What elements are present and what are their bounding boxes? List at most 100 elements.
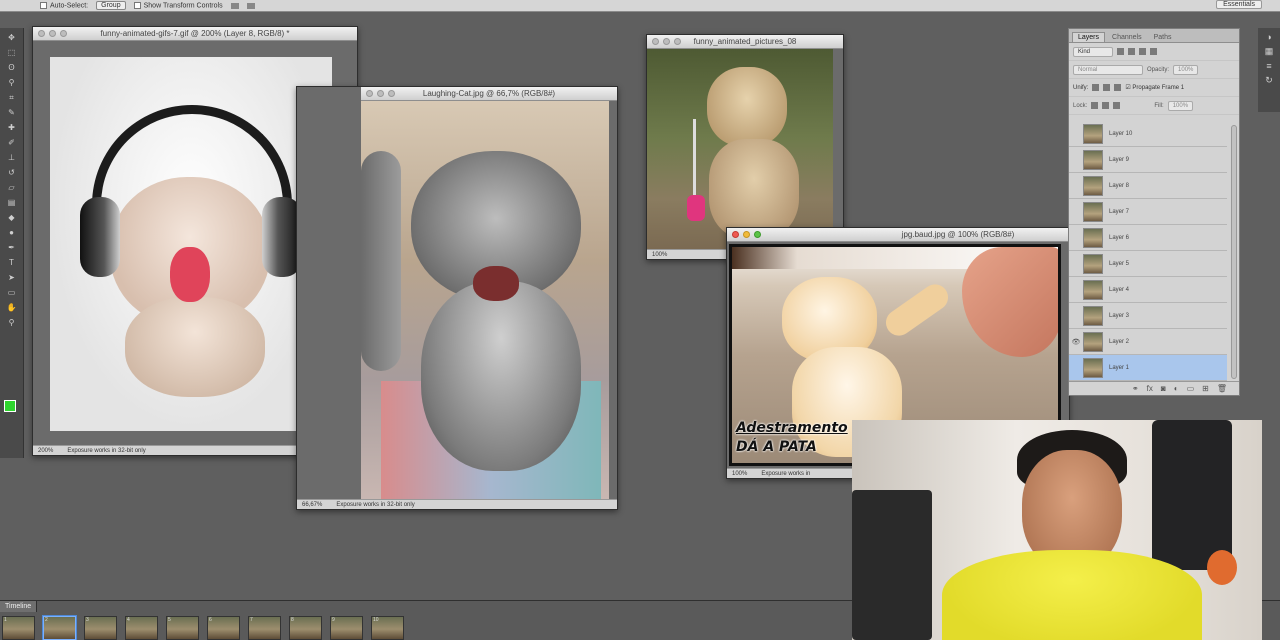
history-panel-icon[interactable]: ↻ (1258, 75, 1280, 86)
layer-row[interactable]: Layer 3 (1069, 303, 1227, 329)
eye-icon[interactable]: 👁 (1069, 338, 1083, 346)
zoom-level[interactable]: 200% (38, 448, 53, 454)
eyedropper-tool-icon[interactable]: ✎ (5, 108, 19, 118)
minimize-icon[interactable] (49, 30, 56, 37)
trash-icon[interactable]: 🗑 (1217, 384, 1227, 393)
fx-icon[interactable]: fx (1147, 384, 1153, 393)
tab-layers[interactable]: Layers (1072, 32, 1106, 42)
timeline-frame[interactable]: 4 (125, 616, 158, 640)
link-icon[interactable]: ⚭ (1132, 384, 1139, 393)
timeline-frame-selected[interactable]: 2 (43, 616, 76, 640)
color-panel-icon[interactable]: ◑ (1258, 32, 1280, 42)
adjustment-icon[interactable]: ◐ (1174, 384, 1179, 393)
propagate-checkbox[interactable]: ☑ Propagate Frame 1 (1125, 84, 1184, 91)
zoom-tool-icon[interactable]: ⚲ (5, 318, 19, 328)
timeline-frame[interactable]: 1 (2, 616, 35, 640)
type-tool-icon[interactable]: T (5, 258, 19, 268)
layer-row[interactable]: 👁 Layer 2 (1069, 329, 1227, 355)
document-titlebar[interactable]: jpg.baud.jpg @ 100% (RGB/8#) (727, 228, 1069, 242)
lasso-tool-icon[interactable]: ʘ (5, 63, 19, 73)
close-icon[interactable] (38, 30, 45, 37)
blur-tool-icon[interactable]: ◆ (5, 213, 19, 223)
document-titlebar[interactable]: funny_animated_pictures_08 (647, 35, 843, 49)
eraser-tool-icon[interactable]: ▱ (5, 183, 19, 193)
adjustment-filter-icon[interactable] (1128, 48, 1135, 55)
minimize-icon[interactable] (743, 231, 750, 238)
shape-tool-icon[interactable]: ▭ (5, 288, 19, 298)
lock-all-icon[interactable] (1113, 102, 1121, 109)
unify-style-icon[interactable] (1114, 84, 1122, 91)
layer-row[interactable]: Layer 8 (1069, 173, 1227, 199)
status-text[interactable]: Exposure works in (761, 471, 810, 477)
zoom-level[interactable]: 100% (732, 471, 747, 477)
hand-tool-icon[interactable]: ✋ (5, 303, 19, 313)
timeline-frame[interactable]: 9 (330, 616, 363, 640)
layer-row[interactable]: Layer 5 (1069, 251, 1227, 277)
timeline-tab[interactable]: Timeline (0, 601, 38, 612)
zoom-icon[interactable] (60, 30, 67, 37)
type-filter-icon[interactable] (1139, 48, 1146, 55)
zoom-icon[interactable] (388, 90, 395, 97)
group-icon[interactable]: ▭ (1187, 384, 1195, 393)
document-window-laughing-cat[interactable]: Laughing-Cat.jpg @ 66,7% (RGB/8#) 66,67%… (296, 86, 618, 510)
close-icon[interactable] (652, 38, 659, 45)
properties-panel-icon[interactable]: ≡ (1258, 61, 1280, 71)
shape-filter-icon[interactable] (1150, 48, 1157, 55)
status-text[interactable]: Exposure works in 32-bit only (67, 448, 145, 454)
tab-paths[interactable]: Paths (1149, 33, 1177, 42)
dodge-tool-icon[interactable]: ● (5, 228, 19, 238)
timeline-frame[interactable]: 6 (207, 616, 240, 640)
layer-row[interactable]: Layer 7 (1069, 199, 1227, 225)
mask-icon[interactable]: ◙ (1161, 384, 1166, 393)
workspace-switcher[interactable]: Essentials (1216, 0, 1262, 9)
show-transform-checkbox[interactable]: Show Transform Controls (133, 1, 223, 9)
document-titlebar[interactable]: funny-animated-gifs-7.gif @ 200% (Layer … (33, 27, 357, 41)
healing-tool-icon[interactable]: ✚ (5, 123, 19, 133)
zoom-level[interactable]: 100% (652, 252, 667, 258)
unify-position-icon[interactable] (1092, 84, 1100, 91)
layer-row[interactable]: Layer 6 (1069, 225, 1227, 251)
layer-row-selected[interactable]: Layer 1 (1069, 355, 1227, 381)
lock-pixels-icon[interactable] (1091, 102, 1099, 109)
kind-filter-dropdown[interactable]: Kind (1073, 46, 1113, 57)
timeline-frame[interactable]: 3 (84, 616, 117, 640)
unify-visibility-icon[interactable] (1103, 84, 1111, 91)
status-text[interactable]: Exposure works in 32-bit only (336, 502, 414, 508)
document-canvas[interactable] (647, 49, 833, 249)
align-icon[interactable] (230, 2, 239, 9)
minimize-icon[interactable] (663, 38, 670, 45)
document-titlebar[interactable]: Laughing-Cat.jpg @ 66,7% (RGB/8#) (361, 87, 617, 101)
timeline-frame[interactable]: 10 (371, 616, 404, 640)
close-icon[interactable] (366, 90, 373, 97)
blend-mode-dropdown[interactable]: Normal (1073, 64, 1143, 75)
quick-select-tool-icon[interactable]: ⚲ (5, 78, 19, 88)
foreground-color-swatch[interactable] (4, 400, 16, 412)
adjustments-panel-icon[interactable]: ▦ (1258, 46, 1280, 57)
document-canvas[interactable] (50, 57, 332, 431)
gradient-tool-icon[interactable]: ▤ (5, 198, 19, 208)
zoom-icon[interactable] (754, 231, 761, 238)
auto-select-checkbox[interactable]: Auto-Select: (40, 1, 88, 9)
fill-field[interactable]: 100% (1167, 100, 1194, 111)
history-brush-icon[interactable]: ↺ (5, 168, 19, 178)
document-canvas[interactable] (361, 101, 609, 499)
crop-tool-icon[interactable]: ⌗ (5, 93, 19, 103)
pixel-filter-icon[interactable] (1117, 48, 1124, 55)
new-layer-icon[interactable]: ⊞ (1202, 384, 1209, 393)
minimize-icon[interactable] (377, 90, 384, 97)
lock-position-icon[interactable] (1102, 102, 1110, 109)
path-select-tool-icon[interactable]: ➤ (5, 273, 19, 283)
layers-scrollbar[interactable] (1231, 125, 1237, 379)
layer-row[interactable]: Layer 4 (1069, 277, 1227, 303)
layer-row[interactable]: Layer 9 (1069, 147, 1227, 173)
stamp-tool-icon[interactable]: ⊥ (5, 153, 19, 163)
marquee-tool-icon[interactable]: ⬚ (5, 48, 19, 58)
zoom-icon[interactable] (674, 38, 681, 45)
distribute-icon[interactable] (246, 2, 255, 9)
zoom-level[interactable]: 66,67% (302, 502, 322, 508)
brush-tool-icon[interactable]: ✐ (5, 138, 19, 148)
layer-row[interactable]: Layer 10 (1069, 121, 1227, 147)
tab-channels[interactable]: Channels (1107, 33, 1147, 42)
opacity-field[interactable]: 100% (1173, 64, 1199, 75)
timeline-frame[interactable]: 5 (166, 616, 199, 640)
